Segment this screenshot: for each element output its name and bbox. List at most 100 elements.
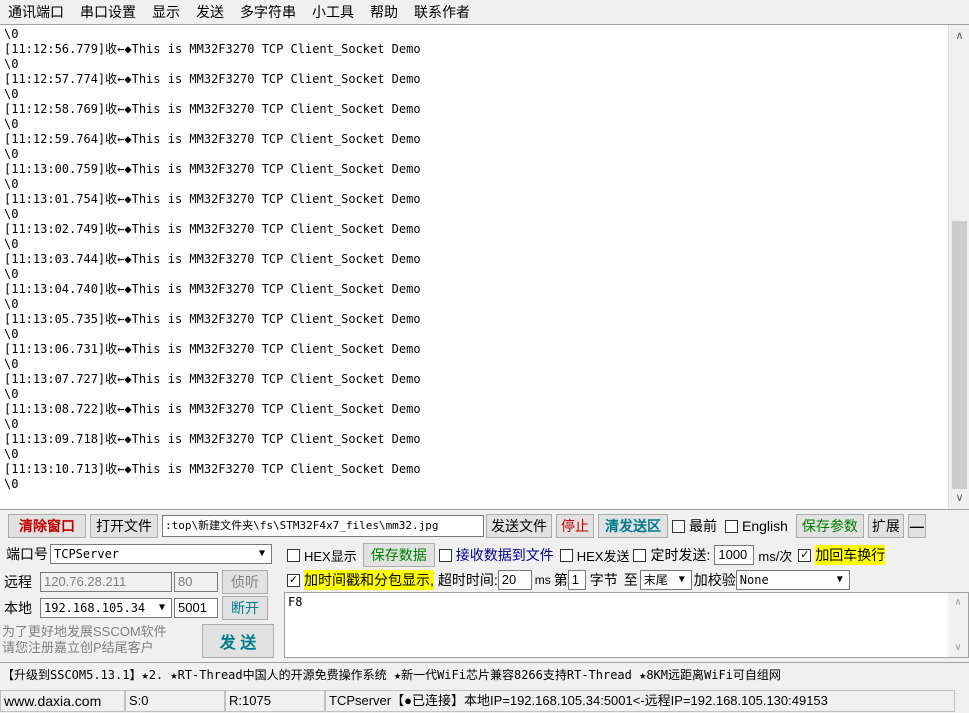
checkbox-empty-icon [672, 519, 685, 533]
send-textarea[interactable]: F8 ∧ ∨ [284, 592, 969, 658]
checkbox-empty-icon [559, 548, 573, 562]
connection-status: TCPserver【●已连接】本地IP=192.168.105.34:5001<… [325, 689, 955, 712]
topmost-label: 最前 [689, 518, 717, 534]
log-line: [11:13:00.759]收←◆This is MM32F3270 TCP C… [4, 162, 421, 176]
log-line: \0 [4, 87, 19, 101]
send-text: F8 [288, 595, 303, 609]
log-line: \0 [4, 267, 19, 281]
to-label: 至 [623, 572, 638, 588]
remote-ip-field[interactable]: 120.76.28.211 [40, 572, 172, 592]
local-port-field[interactable]: 5001 [174, 598, 218, 618]
timed-send-checkbox[interactable]: 定时发送: [633, 545, 710, 565]
nth-field[interactable]: 1 [567, 570, 586, 590]
menu-help[interactable]: 帮助 [370, 2, 398, 22]
send-button[interactable]: 发 送 [202, 624, 274, 658]
menu-multi-string[interactable]: 多字符串 [240, 2, 296, 22]
stop-button[interactable]: 停止 [556, 514, 594, 538]
local-label: 本地 [4, 600, 32, 616]
recv-to-file-checkbox[interactable]: 接收数据到文件 [438, 545, 554, 565]
to-select[interactable]: 末尾 ▼ [639, 570, 692, 590]
english-checkbox[interactable]: English [725, 518, 788, 534]
scroll-up-icon[interactable]: ∧ [948, 597, 968, 608]
log-line: [11:13:04.740]收←◆This is MM32F3270 TCP C… [4, 282, 421, 296]
byte-label: 字节 [589, 572, 618, 588]
menu-comm-port[interactable]: 通讯端口 [8, 2, 64, 22]
timeout-field[interactable]: 20 [497, 570, 532, 590]
topmost-checkbox[interactable]: 最前 [672, 516, 717, 536]
interval-field[interactable]: 1000 [714, 545, 755, 565]
listen-button[interactable]: 侦听 [222, 570, 268, 594]
register-promo-line2: 请您注册嘉立创P结尾客户 [2, 640, 154, 655]
port-select[interactable]: TCPServer ▼ [50, 544, 272, 564]
received-count: R:1075 [225, 689, 325, 712]
log-line: [11:13:08.722]收←◆This is MM32F3270 TCP C… [4, 402, 421, 416]
log-line: [11:13:09.718]收←◆This is MM32F3270 TCP C… [4, 432, 421, 446]
checkbox-empty-icon [438, 548, 452, 562]
scroll-thumb[interactable] [952, 221, 967, 489]
log-line: [11:13:02.749]收←◆This is MM32F3270 TCP C… [4, 222, 421, 236]
scroll-down-icon[interactable]: ∨ [948, 642, 968, 653]
menu-send[interactable]: 发送 [196, 2, 224, 22]
log-line: \0 [4, 477, 19, 491]
log-line: \0 [4, 207, 19, 221]
disconnect-button[interactable]: 断开 [222, 596, 268, 620]
timestamp-checkbox[interactable]: ✓ 加时间戳和分包显示, [287, 570, 434, 590]
hex-display-checkbox[interactable]: HEX显示 [287, 546, 357, 565]
hex-display-label: HEX显示 [304, 548, 357, 564]
log-line: \0 [4, 237, 19, 251]
menu-bar: 通讯端口 串口设置 显示 发送 多字符串 小工具 帮助 联系作者 [0, 0, 969, 24]
checkbox-checked-icon: ✓ [287, 573, 300, 587]
log-scrollbar[interactable]: ∧ ∨ [948, 25, 969, 509]
add-crlf-label: 加回车换行 [815, 545, 886, 565]
log-line: \0 [4, 387, 19, 401]
send-file-button[interactable]: 发送文件 [486, 514, 552, 538]
menu-contact[interactable]: 联系作者 [414, 2, 470, 22]
expand-button[interactable]: 扩展 [867, 514, 904, 538]
log-line: \0 [4, 357, 19, 371]
add-crlf-checkbox[interactable]: ✓ 加回车换行 [798, 545, 886, 565]
scroll-down-icon[interactable]: ∨ [949, 489, 969, 507]
log-line: \0 [4, 177, 19, 191]
register-promo[interactable]: 为了更好地发展SSCOM软件 请您注册嘉立创P结尾客户 [2, 624, 167, 656]
file-path-field[interactable]: :top\新建文件夹\fs\STM32F4x7_files\mm32.jpg [162, 515, 484, 537]
menu-tools[interactable]: 小工具 [312, 2, 354, 22]
collapse-button[interactable]: — [907, 514, 926, 538]
checkbox-empty-icon [287, 548, 300, 562]
dropdown-arrow-icon: ▼ [254, 546, 270, 562]
log-line: [11:13:10.713]收←◆This is MM32F3270 TCP C… [4, 462, 421, 476]
log-line: \0 [4, 417, 19, 431]
save-data-button[interactable]: 保存数据 [362, 543, 435, 567]
hex-send-checkbox[interactable]: HEX发送 [559, 546, 629, 565]
port-label: 端口号 [6, 546, 48, 562]
log-line: \0 [4, 147, 19, 161]
promo-bar[interactable]: 【升级到SSCOM5.13.1】★2. ★RT-Thread中国人的开源免费操作… [0, 662, 969, 686]
save-params-button[interactable]: 保存参数 [795, 514, 864, 538]
clear-send-button[interactable]: 清发送区 [598, 514, 668, 538]
website-link[interactable]: www.daxia.com [0, 689, 125, 712]
clear-window-button[interactable]: 清除窗口 [8, 514, 86, 538]
log-line: [11:13:05.735]收←◆This is MM32F3270 TCP C… [4, 312, 421, 326]
status-bar: www.daxia.com S:0 R:1075 TCPserver【●已连接】… [0, 688, 969, 713]
timeout-unit: ms [534, 573, 551, 587]
interval-unit: ms/次 [758, 548, 793, 564]
checksum-label: 加校验 [693, 572, 736, 588]
log-line: [11:12:56.779]收←◆This is MM32F3270 TCP C… [4, 42, 421, 56]
menu-display[interactable]: 显示 [152, 2, 180, 22]
local-ip-value: 192.168.105.34 [44, 601, 146, 615]
options-row-1: HEX显示 保存数据 接收数据到文件 HEX发送 定时发送: 1000 ms/次… [287, 543, 886, 567]
local-ip-select[interactable]: 192.168.105.34 ▼ [40, 598, 172, 618]
timestamp-label: 加时间戳和分包显示, [304, 570, 434, 590]
remote-port-field[interactable]: 80 [174, 572, 218, 592]
options-row-2: ✓ 加时间戳和分包显示, 超时时间: 20 ms 第 1 字节 至 末尾 ▼ 加校… [287, 569, 850, 591]
send-scrollbar[interactable]: ∧ ∨ [948, 593, 968, 657]
english-label: English [742, 518, 788, 534]
log-line: [11:13:01.754]收←◆This is MM32F3270 TCP C… [4, 192, 421, 206]
log-line: \0 [4, 57, 19, 71]
dropdown-arrow-icon: ▼ [154, 600, 170, 616]
menu-serial-settings[interactable]: 串口设置 [80, 2, 136, 22]
dropdown-arrow-icon: ▼ [831, 572, 848, 588]
checksum-select[interactable]: None ▼ [735, 570, 850, 590]
open-file-button[interactable]: 打开文件 [90, 514, 158, 538]
receive-log[interactable]: \0 [11:12:56.779]收←◆This is MM32F3270 TCP… [0, 24, 969, 510]
scroll-up-icon[interactable]: ∧ [949, 27, 969, 45]
